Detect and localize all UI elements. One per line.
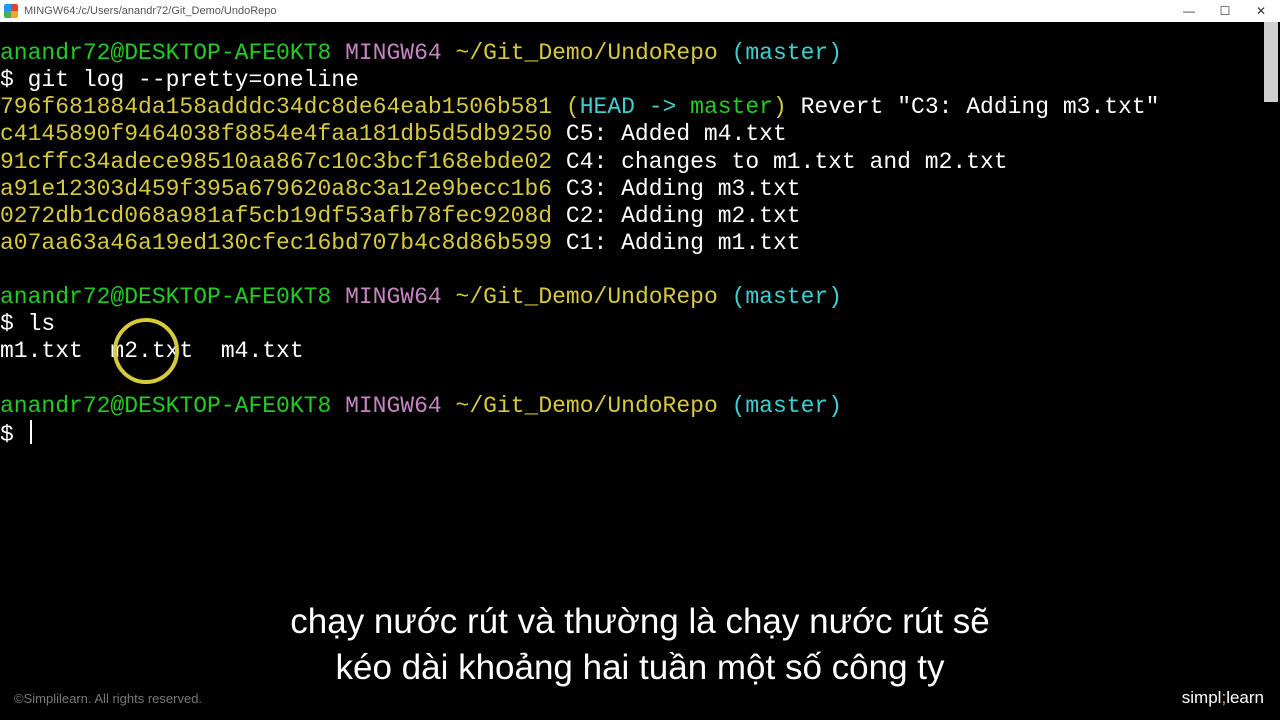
log-row: a91e12303d459f395a679620a8c3a12e9becc1b6…	[0, 176, 1280, 203]
minimize-button[interactable]: —	[1180, 2, 1198, 20]
command-line-2: $ ls	[0, 311, 1280, 338]
log-row: 91cffc34adece98510aa867c10c3bcf168ebde02…	[0, 149, 1280, 176]
prompt-line-3: anandr72@DESKTOP-AFE0KT8 MINGW64 ~/Git_D…	[0, 393, 1280, 420]
prompt-line-2: anandr72@DESKTOP-AFE0KT8 MINGW64 ~/Git_D…	[0, 284, 1280, 311]
command-line-3[interactable]: $	[0, 420, 1280, 449]
command-line-1: $ git log --pretty=oneline	[0, 67, 1280, 94]
close-button[interactable]: ✕	[1252, 2, 1270, 20]
text-cursor	[30, 420, 32, 444]
window-title: MINGW64:/c/Users/anandr72/Git_Demo/UndoR…	[24, 5, 277, 17]
copyright-text: ©Simplilearn. All rights reserved.	[14, 691, 202, 706]
log-row: 796f681884da158adddc34dc8de64eab1506b581…	[0, 94, 1280, 121]
subtitle-caption: chạy nước rút và thường là chạy nước rút…	[0, 599, 1280, 690]
prompt-line-1: anandr72@DESKTOP-AFE0KT8 MINGW64 ~/Git_D…	[0, 40, 1280, 67]
log-row: c4145890f9464038f8854e4faa181db5d5db9250…	[0, 121, 1280, 148]
window-titlebar: MINGW64:/c/Users/anandr72/Git_Demo/UndoR…	[0, 0, 1280, 22]
log-row: 0272db1cd068a981af5cb19df53afb78fec9208d…	[0, 203, 1280, 230]
scrollbar[interactable]	[1264, 22, 1278, 102]
ls-output: m1.txt m2.txt m4.txt	[0, 338, 1280, 365]
app-icon	[4, 4, 18, 18]
brand-logo: simpl;learn	[1182, 688, 1264, 708]
maximize-button[interactable]: ☐	[1216, 2, 1234, 20]
log-row: a07aa63a46a19ed130cfec16bd707b4c8d86b599…	[0, 230, 1280, 257]
